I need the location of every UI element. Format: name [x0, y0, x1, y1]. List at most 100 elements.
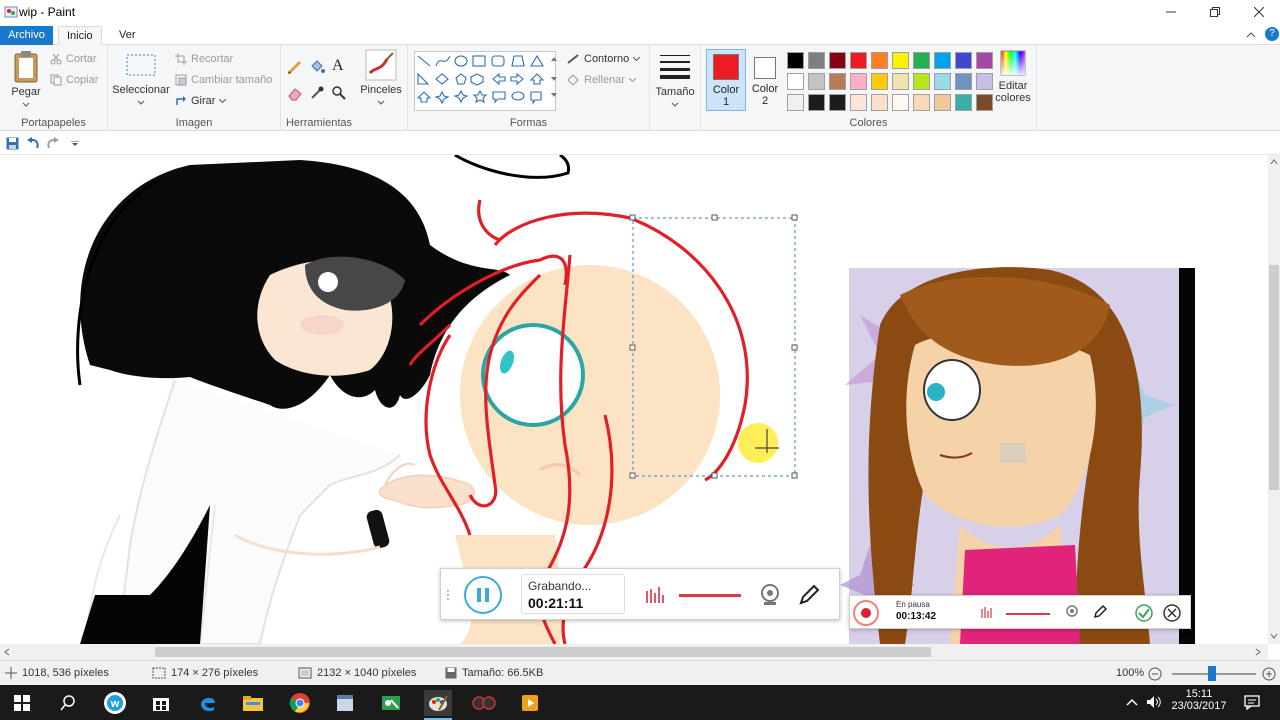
taskbar-snip[interactable]: [378, 690, 404, 716]
palette-swatch[interactable]: [892, 52, 909, 69]
palette-swatch[interactable]: [829, 73, 846, 90]
paste-button[interactable]: Pegar: [6, 49, 46, 110]
pen-annotate-icon[interactable]: [797, 583, 821, 607]
horizontal-scroll-thumb[interactable]: [155, 647, 931, 657]
palette-swatch[interactable]: [850, 94, 867, 111]
shapes-gallery[interactable]: [414, 51, 556, 111]
palette-swatch[interactable]: [871, 73, 888, 90]
eraser-icon[interactable]: [287, 85, 303, 101]
show-hidden-icons[interactable]: [1126, 698, 1138, 706]
start-button[interactable]: [9, 690, 35, 716]
vertical-scrollbar[interactable]: [1268, 155, 1280, 644]
undo-icon[interactable]: [26, 137, 40, 150]
palette-swatch[interactable]: [808, 52, 825, 69]
palette-swatch[interactable]: [871, 94, 888, 111]
edit-colors-button[interactable]: Editar colores: [993, 49, 1033, 104]
embedded-pen-icon[interactable]: [1092, 604, 1108, 620]
record-button[interactable]: [853, 600, 879, 626]
palette-swatch[interactable]: [892, 94, 909, 111]
taskbar-app-w[interactable]: w: [102, 690, 128, 716]
palette-swatch[interactable]: [934, 73, 951, 90]
fill-bucket-icon[interactable]: [309, 59, 325, 75]
scroll-right-icon[interactable]: [1255, 648, 1261, 656]
palette-swatch[interactable]: [955, 94, 972, 111]
notifications-icon[interactable]: [1244, 695, 1260, 710]
palette-swatch[interactable]: [913, 73, 930, 90]
brushes-button[interactable]: Pinceles: [357, 49, 405, 108]
volume-slider[interactable]: [679, 594, 741, 597]
taskbar-video[interactable]: [517, 690, 543, 716]
cut-button[interactable]: Cortar: [50, 53, 97, 65]
color-picker-icon[interactable]: [309, 85, 325, 101]
volume-icon[interactable]: [1146, 695, 1162, 709]
horizontal-scrollbar[interactable]: [0, 644, 1268, 660]
palette-swatch[interactable]: [850, 73, 867, 90]
redo-icon[interactable]: [46, 137, 60, 150]
palette-swatch[interactable]: [829, 94, 846, 111]
crop-button[interactable]: Recortar: [175, 53, 233, 65]
outline-button[interactable]: Contorno: [566, 53, 641, 65]
palette-swatch[interactable]: [787, 52, 804, 69]
shapes-scroll-icon[interactable]: [551, 57, 557, 101]
checkmark-icon[interactable]: [1134, 603, 1154, 623]
taskbar-app-generic[interactable]: [332, 690, 358, 716]
scroll-left-icon[interactable]: [4, 648, 10, 656]
palette-swatch[interactable]: [808, 73, 825, 90]
audio-level-icon[interactable]: [645, 585, 665, 605]
palette-swatch[interactable]: [808, 94, 825, 111]
magnifier-icon[interactable]: [331, 85, 347, 101]
tab-home[interactable]: Inicio: [58, 26, 102, 45]
embedded-webcam-icon[interactable]: [1064, 604, 1080, 620]
scroll-up-icon[interactable]: [1270, 159, 1278, 165]
palette-swatch[interactable]: [787, 94, 804, 111]
palette-swatch[interactable]: [829, 52, 846, 69]
palette-swatch[interactable]: [976, 73, 993, 90]
palette-swatch[interactable]: [871, 52, 888, 69]
help-icon[interactable]: ?: [1265, 27, 1279, 41]
palette-swatch[interactable]: [913, 52, 930, 69]
collapse-ribbon-icon[interactable]: [1246, 31, 1256, 38]
taskbar-edge[interactable]: [195, 690, 221, 716]
taskbar-chrome[interactable]: [287, 690, 313, 716]
color1-button[interactable]: Color 1: [706, 49, 746, 111]
tab-view[interactable]: Ver: [111, 26, 144, 45]
palette-swatch[interactable]: [787, 73, 804, 90]
select-button[interactable]: Seleccionar: [112, 49, 170, 108]
embedded-volume-slider[interactable]: [1006, 613, 1050, 615]
tab-file[interactable]: Archivo: [0, 26, 53, 45]
zoom-in-icon[interactable]: [1262, 667, 1276, 681]
taskbar-store[interactable]: [148, 690, 174, 716]
taskbar-paint[interactable]: [424, 690, 452, 716]
scroll-down-icon[interactable]: [1270, 633, 1278, 639]
palette-swatch[interactable]: [976, 94, 993, 111]
drag-handle-icon[interactable]: [445, 589, 451, 601]
search-button[interactable]: [55, 690, 81, 716]
maximize-button[interactable]: [1192, 0, 1238, 24]
palette-swatch[interactable]: [955, 73, 972, 90]
fill-button[interactable]: Rellenar: [566, 74, 636, 86]
palette-swatch[interactable]: [955, 52, 972, 69]
color2-button[interactable]: Color 2: [749, 49, 781, 111]
close-button[interactable]: [1236, 0, 1280, 24]
canvas-area[interactable]: Grabando... 00:21:11 En pausa 00:13:42: [0, 155, 1268, 644]
palette-swatch[interactable]: [934, 94, 951, 111]
palette-swatch[interactable]: [850, 52, 867, 69]
palette-swatch[interactable]: [976, 52, 993, 69]
embedded-audio-level-icon[interactable]: [980, 605, 994, 619]
customize-toolbar-icon[interactable]: [71, 141, 79, 147]
taskbar-explorer[interactable]: [240, 690, 266, 716]
vertical-scroll-thumb[interactable]: [1269, 265, 1279, 490]
rotate-button[interactable]: Girar: [175, 95, 227, 107]
save-icon[interactable]: [6, 137, 19, 150]
zoom-out-icon[interactable]: [1148, 667, 1162, 681]
cancel-icon[interactable]: [1162, 603, 1182, 623]
resize-button[interactable]: Cambiar tamaño: [175, 74, 272, 86]
size-button[interactable]: Tamaño: [652, 49, 698, 110]
clock[interactable]: 15:11 23/03/2017: [1170, 688, 1228, 712]
palette-swatch[interactable]: [913, 94, 930, 111]
pause-recording-button[interactable]: [464, 576, 502, 614]
pencil-icon[interactable]: [287, 59, 303, 75]
webcam-icon[interactable]: [759, 583, 783, 607]
zoom-slider-thumb[interactable]: [1208, 666, 1216, 681]
palette-swatch[interactable]: [892, 73, 909, 90]
